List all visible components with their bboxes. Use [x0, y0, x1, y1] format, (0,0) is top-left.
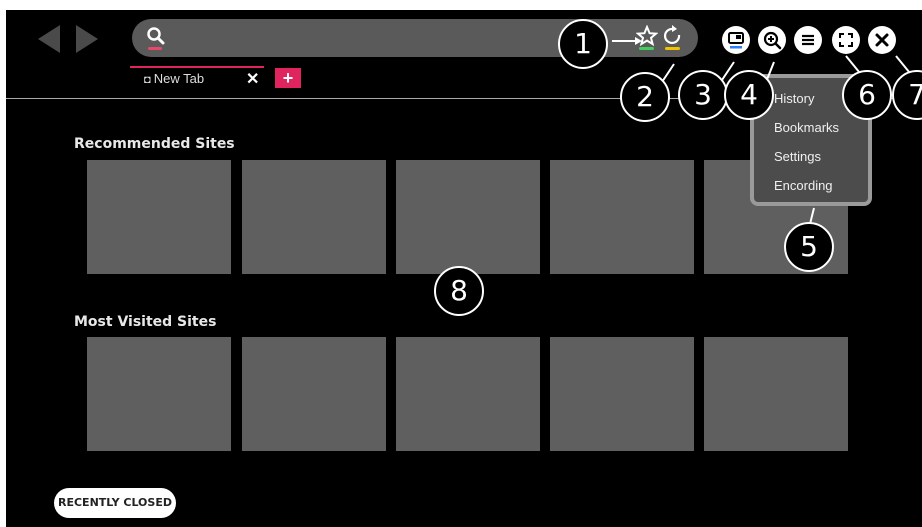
recently-closed-button[interactable]: RECENTLY CLOSED ›: [54, 488, 176, 527]
callout-8: 8: [434, 266, 484, 316]
callout-4: 4: [724, 70, 774, 120]
callout-6: 6: [842, 70, 892, 120]
callout-2: 2: [620, 72, 670, 122]
callout-1: 1: [558, 19, 608, 69]
browser-screen: ◘ New Tab ✕ + Recommended Sites Most Vis…: [6, 10, 922, 527]
callout-5: 5: [784, 222, 834, 272]
callout-3: 3: [678, 70, 728, 120]
recently-closed-label: RECENTLY CLOSED: [58, 496, 172, 509]
